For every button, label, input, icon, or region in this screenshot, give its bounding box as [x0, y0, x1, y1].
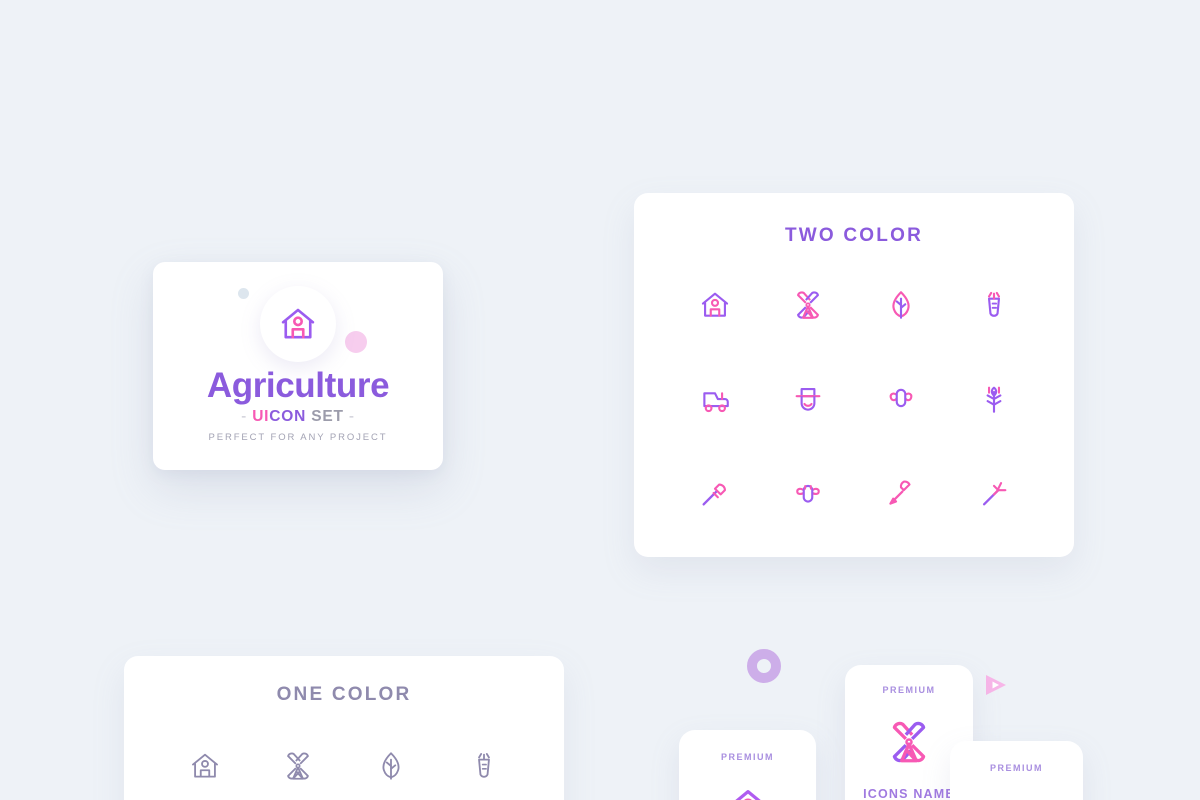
leaf-icon [374, 749, 408, 783]
icon-cell[interactable] [854, 375, 947, 423]
icon-cell[interactable] [761, 281, 854, 329]
hero-title: Agriculture [206, 366, 390, 405]
icon-cell[interactable] [854, 281, 947, 329]
play-triangle-icon [983, 672, 1009, 698]
icon-cell[interactable] [761, 375, 854, 423]
leaf-icon [884, 288, 918, 322]
hero-subtitle-dash-left: - [241, 408, 248, 425]
hero-card: Agriculture - UICON SET - PERFECT FOR AN… [153, 262, 443, 470]
ring-shape [747, 649, 781, 683]
icon-cell[interactable] [668, 281, 761, 329]
one-color-icon-grid [124, 742, 564, 790]
hero-subtitle-ui: UI [252, 408, 270, 425]
premium-label: PREMIUM [721, 752, 774, 762]
hero-badge [260, 286, 336, 362]
icon-cell[interactable] [947, 375, 1040, 423]
poster-stage: Agriculture - UICON SET - PERFECT FOR AN… [0, 0, 1200, 800]
hero-subtitle-dash-right: - [348, 408, 355, 425]
barn-icon [725, 784, 771, 800]
hero-subtitle: - UICON SET - [153, 408, 443, 426]
premium-label: PREMIUM [882, 685, 936, 695]
windmill-icon [884, 717, 934, 767]
premium-label: PREMIUM [990, 763, 1043, 773]
hero-decoration-dot-blue [238, 288, 249, 299]
icon-cell[interactable] [251, 742, 344, 790]
hero-tagline: PERFECT FOR ANY PROJECT [208, 432, 388, 443]
cow-icon [791, 476, 825, 510]
barn-icon [277, 303, 319, 345]
shovel-icon [884, 476, 918, 510]
icon-cell[interactable] [158, 742, 251, 790]
axe-icon [698, 476, 732, 510]
hero-subtitle-con: CON [269, 408, 307, 425]
icon-cell[interactable] [437, 742, 530, 790]
one-color-heading: ONE COLOR [276, 684, 412, 705]
carrot-icon [977, 288, 1011, 322]
premium-icons-name: ICONS NAME [863, 787, 955, 800]
barn-icon [188, 749, 222, 783]
carrot-icon [467, 749, 501, 783]
icon-cell[interactable] [761, 469, 854, 517]
farmer-icon [791, 382, 825, 416]
barn-icon [698, 288, 732, 322]
hero-decoration-dot-pink [345, 331, 367, 353]
icon-cell[interactable] [344, 742, 437, 790]
pitchfork-icon [977, 476, 1011, 510]
windmill-icon [281, 749, 315, 783]
one-color-card: ONE COLOR [124, 656, 564, 800]
hero-subtitle-set: SET [311, 408, 344, 425]
icon-cell[interactable] [668, 375, 761, 423]
premium-card-left[interactable]: PREMIUM [679, 730, 816, 800]
sheep-icon [884, 382, 918, 416]
icon-cell[interactable] [947, 281, 1040, 329]
icon-cell[interactable] [854, 469, 947, 517]
tractor-icon [994, 793, 1040, 800]
icon-cell[interactable] [947, 469, 1040, 517]
icon-cell[interactable] [668, 469, 761, 517]
two-color-card: TWO COLOR [634, 193, 1074, 557]
two-color-icon-grid [634, 281, 1074, 517]
premium-card-right[interactable]: PREMIUM [950, 741, 1083, 800]
wheat-icon [977, 382, 1011, 416]
tractor-icon [698, 382, 732, 416]
windmill-icon [791, 288, 825, 322]
two-color-heading: TWO COLOR [784, 225, 923, 246]
